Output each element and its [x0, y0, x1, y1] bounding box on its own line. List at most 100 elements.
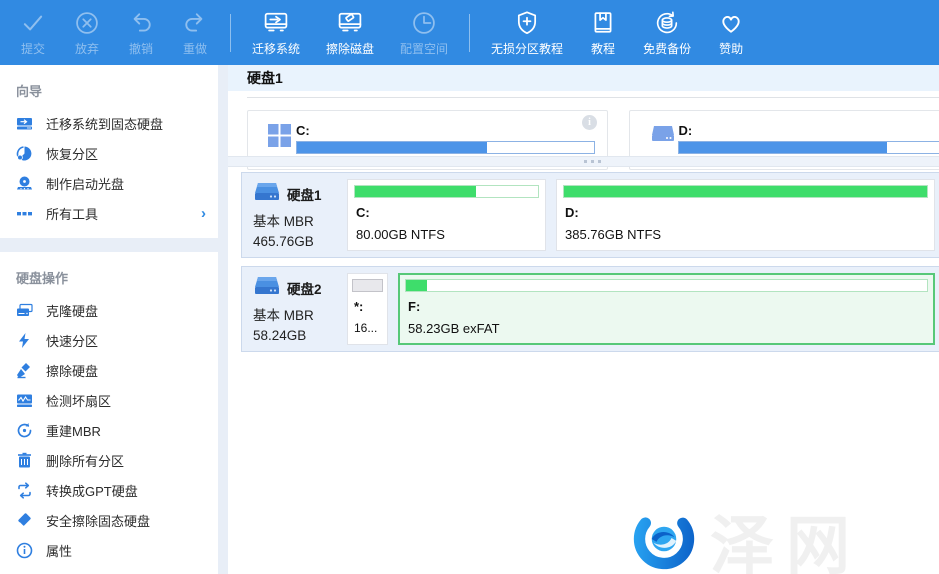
partition-letter: *:: [354, 299, 387, 314]
partition-letter: F:: [408, 299, 933, 314]
splitter-dots-icon: [584, 160, 601, 163]
partition-detail: 80.00GB NTFS: [356, 227, 545, 242]
sidebar-item-clone-disk[interactable]: 克隆硬盘: [0, 295, 218, 325]
eraser-icon: [16, 512, 33, 529]
disk-size: 58.24GB: [253, 328, 347, 343]
partition-assistant-window: 提交 放弃 撤销 重做 迁移系统: [0, 0, 939, 574]
disk-style: 基本 MBR: [253, 304, 347, 324]
section-title: 硬盘操作: [0, 258, 218, 295]
sidebar-item-label: 所有工具: [46, 204, 98, 223]
usage-bar: [354, 185, 539, 198]
partition-c[interactable]: C: 80.00GB NTFS: [347, 179, 546, 251]
toolbar-separator: [230, 14, 231, 52]
main-panel: 硬盘1 C: i D:: [228, 65, 939, 574]
watermark-text: 泽网: [710, 495, 862, 574]
sidebar-item-label: 快速分区: [46, 331, 98, 350]
usage-fill: [355, 186, 476, 197]
discard-button[interactable]: 放弃: [60, 0, 114, 65]
sidebar-section-wizards: 向导 迁移系统到固态硬盘 恢复分区 制作启动光盘: [0, 65, 218, 238]
usage-bar: [296, 141, 595, 154]
volume-overview: C: i D: i: [247, 110, 939, 156]
disk-name: 硬盘2: [287, 278, 322, 298]
donate-button[interactable]: 赞助: [704, 0, 758, 65]
sidebar-item-wipe-hard-drive[interactable]: 擦除硬盘: [0, 355, 218, 385]
lightning-icon: [16, 332, 33, 349]
wipe-disk-icon: [335, 9, 365, 37]
partition-unallocated[interactable]: *: 16...: [347, 273, 388, 345]
convert-cycle-icon: [16, 482, 33, 499]
disk-style: 基本 MBR: [253, 210, 347, 230]
redo-icon: [181, 9, 209, 37]
hard-drive-icon: [253, 276, 281, 300]
section-title: 向导: [0, 71, 218, 108]
check-icon: [19, 9, 47, 37]
undo-button[interactable]: 撤销: [114, 0, 168, 65]
usage-fill: [406, 280, 427, 291]
usage-fill: [564, 186, 927, 197]
migrate-os-icon: [261, 9, 291, 37]
tutorial-button[interactable]: 教程: [576, 0, 630, 65]
sidebar-section-disk-operations: 硬盘操作 克隆硬盘 快速分区 擦除硬盘: [0, 252, 218, 574]
sidebar-item-label: 擦除硬盘: [46, 361, 98, 380]
partition-strip: C: 80.00GB NTFS D: 385.76GB NTFS: [347, 179, 935, 251]
usage-bar: [678, 141, 939, 154]
sidebar-item-delete-all-partitions[interactable]: 删除所有分区: [0, 445, 218, 475]
partition-f[interactable]: F: 58.23GB exFAT: [398, 273, 935, 345]
cancel-circle-icon: [73, 9, 101, 37]
watermark: 泽网: [626, 495, 862, 574]
sidebar-item-label: 重建MBR: [46, 421, 101, 440]
migrate-os-button[interactable]: 迁移系统: [239, 0, 313, 65]
commit-button[interactable]: 提交: [6, 0, 60, 65]
usage-fill: [679, 142, 887, 153]
clone-disk-icon: [16, 302, 33, 319]
partition-detail: 58.23GB exFAT: [408, 321, 933, 336]
sidebar-item-secure-erase-ssd[interactable]: 安全擦除固态硬盘: [0, 505, 218, 535]
disk-size: 465.76GB: [253, 234, 347, 249]
free-backup-button[interactable]: 免费备份: [630, 0, 704, 65]
sidebar-item-label: 安全擦除固态硬盘: [46, 511, 150, 530]
surface-test-icon: [16, 392, 33, 409]
usage-bar: [563, 185, 928, 198]
sidebar-item-label: 转换成GPT硬盘: [46, 481, 138, 500]
trash-icon: [16, 452, 33, 469]
sidebar-item-label: 检测坏扇区: [46, 391, 111, 410]
splitter-handle[interactable]: [228, 156, 939, 167]
sidebar-item-label: 迁移系统到固态硬盘: [46, 114, 163, 133]
sidebar-item-label: 删除所有分区: [46, 451, 124, 470]
sidebar-item-rebuild-mbr[interactable]: 重建MBR: [0, 415, 218, 445]
lossless-tutorial-button[interactable]: 无损分区教程: [478, 0, 576, 65]
disk-tabbar: 硬盘1: [228, 65, 939, 91]
sidebar-item-quick-partition[interactable]: 快速分区: [0, 325, 218, 355]
sidebar-item-recover-partition[interactable]: 恢复分区: [0, 138, 218, 168]
info-icon[interactable]: i: [582, 115, 597, 130]
sidebar-item-migrate-os-to-ssd[interactable]: 迁移系统到固态硬盘: [0, 108, 218, 138]
backup-refresh-icon: [653, 9, 681, 37]
usage-bar: [352, 279, 383, 292]
divider: [247, 97, 939, 98]
book-icon: [589, 9, 617, 37]
disk-info[interactable]: 硬盘2 基本 MBR 58.24GB: [253, 276, 347, 343]
sidebar-item-disk-surface-test[interactable]: 检测坏扇区: [0, 385, 218, 415]
sidebar-item-convert-to-gpt[interactable]: 转换成GPT硬盘: [0, 475, 218, 505]
partition-d[interactable]: D: 385.76GB NTFS: [556, 179, 935, 251]
allocate-space-button[interactable]: 配置空间: [387, 0, 461, 65]
usage-fill: [297, 142, 487, 153]
sidebar-item-all-tools[interactable]: 所有工具 ›: [0, 198, 218, 228]
toolbar: 提交 放弃 撤销 重做 迁移系统: [0, 0, 939, 65]
disk-row-2: 硬盘2 基本 MBR 58.24GB *: 16... F: 58.23GB e…: [241, 266, 939, 352]
sidebar-item-make-bootable-media[interactable]: 制作启动光盘: [0, 168, 218, 198]
wipe-disk-button[interactable]: 擦除磁盘: [313, 0, 387, 65]
drive-icon: [650, 124, 676, 152]
undo-icon: [127, 9, 155, 37]
clock-pie-icon: [410, 9, 438, 37]
chevron-right-icon: ›: [201, 205, 206, 222]
info-circle-icon: [16, 542, 33, 559]
sidebar-item-label: 恢复分区: [46, 144, 98, 163]
tab-disk1[interactable]: 硬盘1: [247, 68, 283, 88]
redo-button[interactable]: 重做: [168, 0, 222, 65]
disk-info[interactable]: 硬盘1 基本 MBR 465.76GB: [253, 182, 347, 249]
rebuild-refresh-icon: [16, 422, 33, 439]
sidebar-item-properties[interactable]: 属性: [0, 535, 218, 565]
windows-logo-icon: [268, 124, 291, 152]
sidebar-item-label: 制作启动光盘: [46, 174, 124, 193]
